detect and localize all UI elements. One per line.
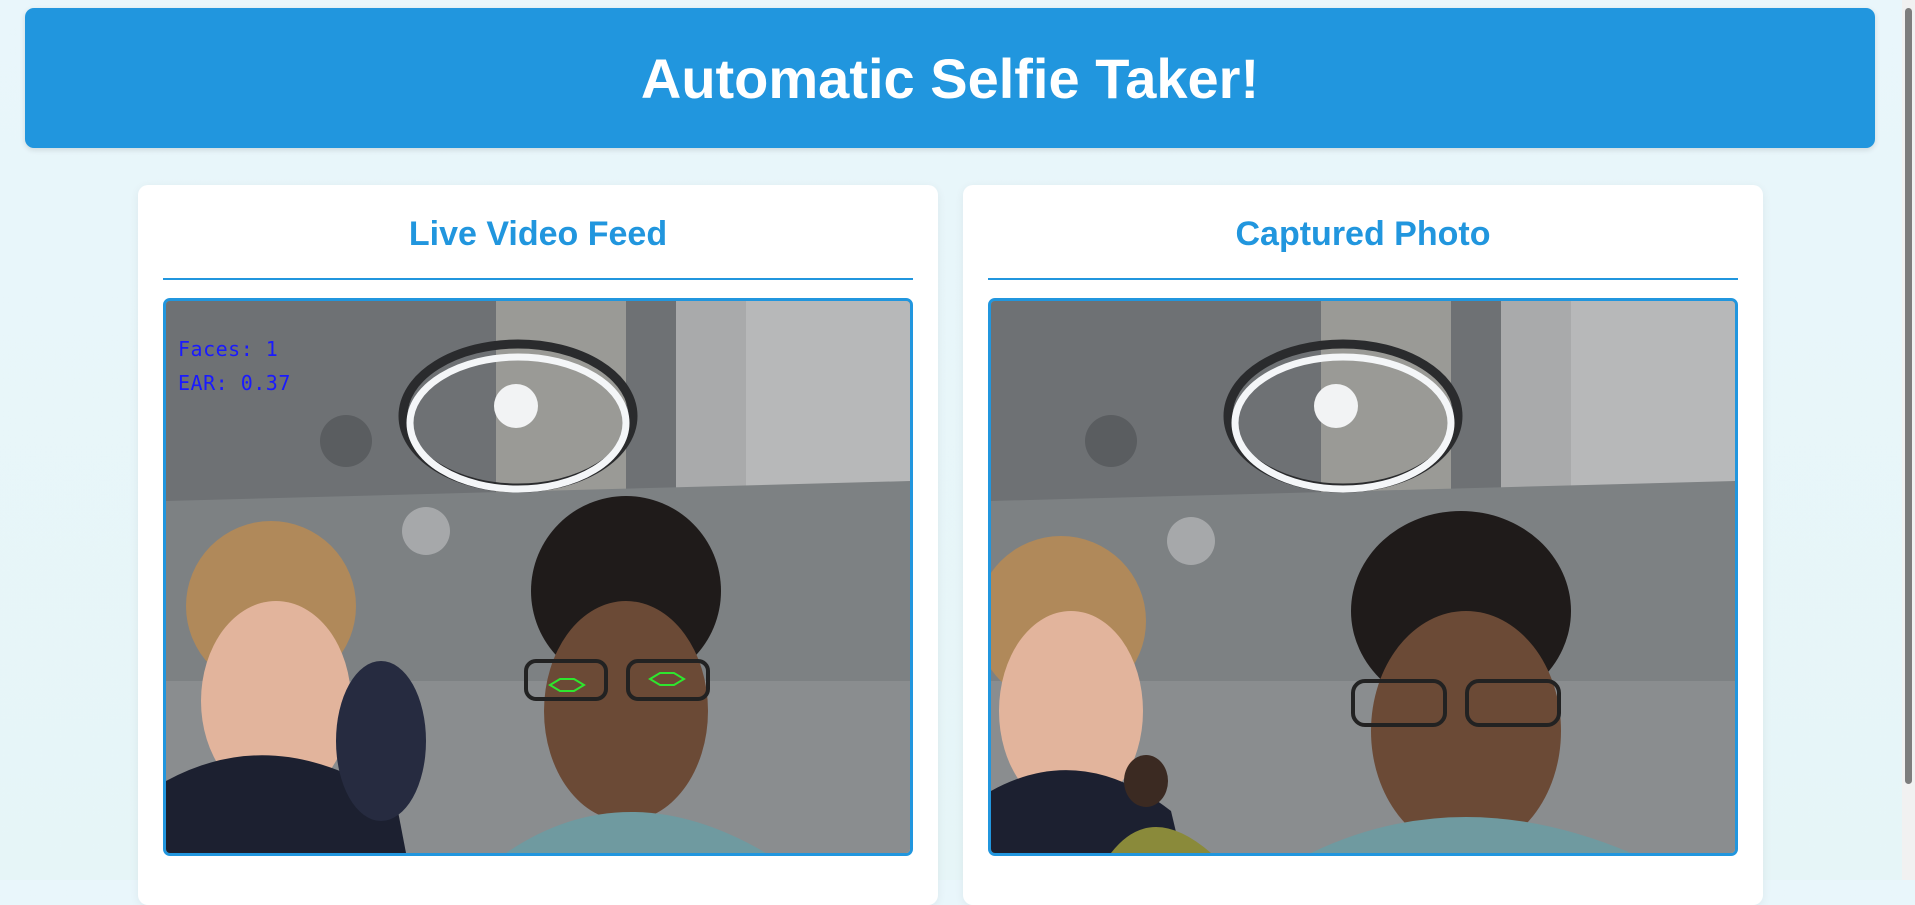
- faces-count-overlay: Faces: 1: [178, 337, 279, 361]
- app-header: Automatic Selfie Taker!: [25, 8, 1875, 148]
- scrollbar-thumb[interactable]: [1905, 8, 1912, 784]
- captured-photo-image: [991, 301, 1735, 853]
- captured-photo-frame: [988, 298, 1738, 856]
- live-video-title: Live Video Feed: [408, 215, 668, 253]
- captured-photo-title: Captured Photo: [1235, 215, 1491, 253]
- captured-photo-divider: [988, 278, 1738, 280]
- page-scrollbar[interactable]: [1902, 0, 1915, 880]
- live-video-feed: Faces: 1 EAR: 0.37: [163, 298, 913, 856]
- page-title: Automatic Selfie Taker!: [640, 46, 1260, 110]
- live-video-divider: [163, 278, 913, 280]
- captured-photo-card: Captured Photo: [963, 185, 1763, 905]
- ear-value-overlay: EAR: 0.37: [178, 371, 291, 395]
- live-video-card: Live Video Feed Faces: 1 EAR: 0.37: [138, 185, 938, 905]
